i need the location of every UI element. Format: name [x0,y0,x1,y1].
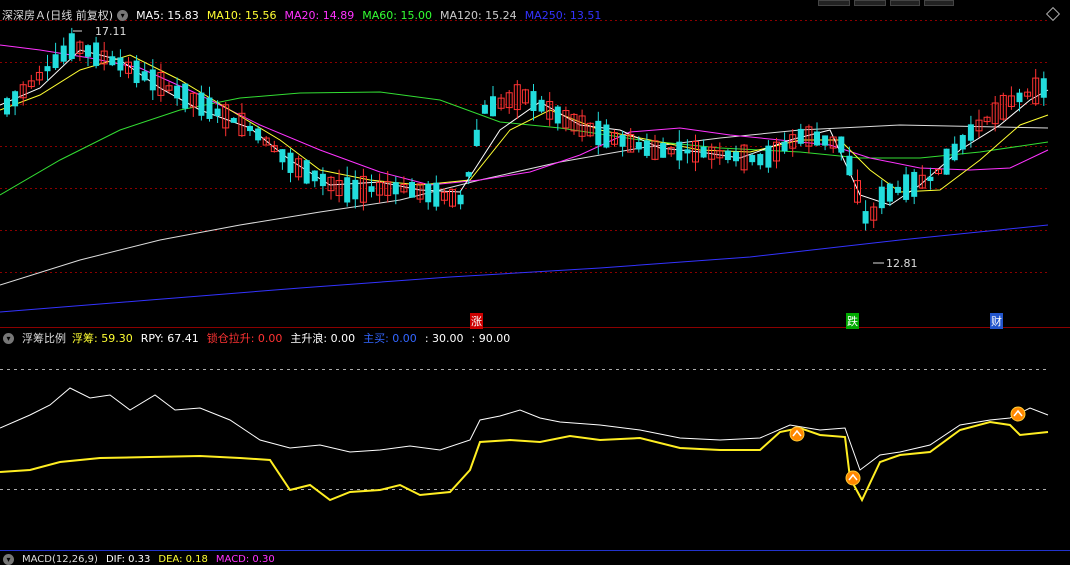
fuchou-line [0,420,1049,503]
indicator-title[interactable]: 浮筹比例 [22,330,66,346]
dif-label: DIF: 0.33 [105,553,151,565]
ma10-label: MA10: 15.56 [206,8,277,22]
moving-average-lines [0,44,1049,313]
price-chart[interactable]: 17.11 12.81 [0,0,1070,325]
zhumai-label: 主买: 0.00 [363,332,417,345]
indicator-legend: ▾ 浮筹比例 浮筹: 59.30 RPY: 67.41 锁仓拉升: 0.00 主… [0,328,518,348]
stock-title[interactable]: 深深房Ａ(日线 前复权) [2,7,113,23]
candlesticks [4,27,1047,231]
suocang-label: 锁仓拉升: 0.00 [206,332,283,345]
level-90-label: : 90.00 [471,331,511,345]
high-price-label: 17.11 [95,25,127,38]
chevron-down-icon[interactable]: ▾ [3,332,14,344]
event-badge-cai[interactable]: 财 [990,313,1003,329]
price-gridlines [0,20,1048,273]
low-price-label: 12.81 [886,257,918,270]
rpy-label: RPY: 67.41 [140,331,199,345]
event-badge-zhang[interactable]: 涨 [470,313,483,329]
high-marker: 17.11 [73,25,127,38]
ma120-label: MA120: 15.24 [439,8,517,22]
ma250-label: MA250: 13.51 [524,8,602,22]
chevron-down-icon[interactable]: ▾ [117,9,129,21]
macd-title[interactable]: MACD(12,26,9) [22,554,98,565]
top-toolbar-box[interactable] [890,0,920,6]
macd-value-label: MACD: 0.30 [215,553,275,565]
rpy-line [0,387,1049,471]
zhushenglang-label: 主升浪: 0.00 [290,332,356,345]
level-30-label: : 30.00 [424,331,464,345]
dea-label: DEA: 0.18 [158,553,208,565]
ma20-label: MA20: 14.89 [284,8,355,22]
macd-legend: ▾ MACD(12,26,9) DIF: 0.33 DEA: 0.18 MACD… [0,553,283,565]
top-toolbar-box[interactable] [818,0,850,6]
fuchou-label: 浮筹: 59.30 [72,332,133,345]
event-badge-die[interactable]: 跌 [846,313,859,329]
price-legend: 深深房Ａ(日线 前复权) ▾ MA5: 15.83 MA10: 15.56 MA… [0,5,609,25]
low-marker: 12.81 [873,257,918,270]
top-toolbar-box[interactable] [924,0,954,6]
signal-markers [789,406,1026,486]
chevron-down-icon[interactable]: ▾ [3,553,14,565]
ma60-label: MA60: 15.00 [362,8,432,22]
top-toolbar-box[interactable] [854,0,886,6]
ma5-label: MA5: 15.83 [136,8,199,22]
